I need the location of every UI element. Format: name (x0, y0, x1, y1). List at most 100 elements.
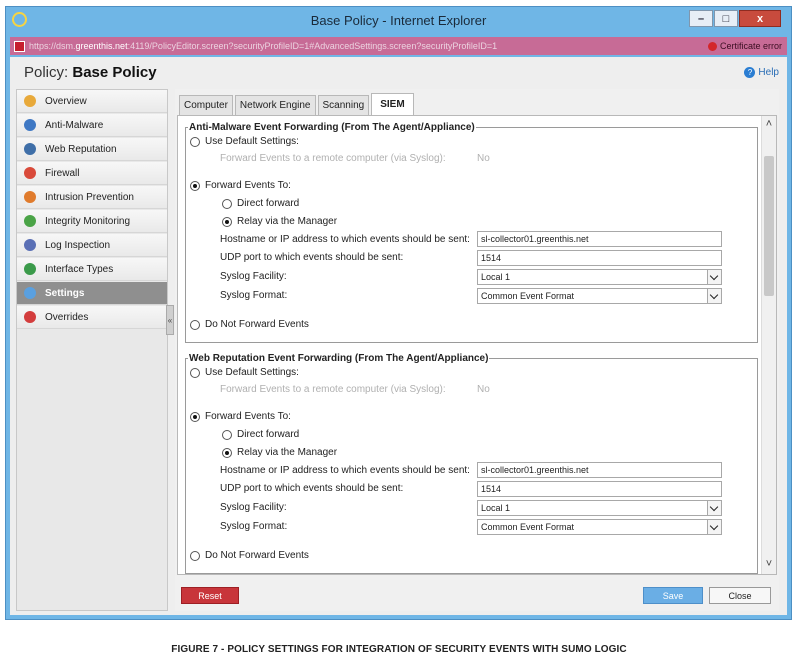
sidebar-item-firewall[interactable]: Firewall (17, 162, 167, 185)
vertical-scrollbar[interactable]: ˄ ˅ (761, 116, 776, 574)
sidebar-item-overrides[interactable]: Overrides (17, 306, 167, 329)
sidebar-item-integrity-monitoring[interactable]: Integrity Monitoring (17, 210, 167, 233)
window-title: Base Policy - Internet Explorer (310, 13, 487, 28)
url-host: greenthis.net (75, 41, 128, 51)
overview-icon (24, 95, 36, 107)
tab-scanning[interactable]: Scanning (317, 95, 370, 115)
maximize-button[interactable]: □ (714, 10, 738, 27)
do-not-forward-radio[interactable]: Do Not Forward Events (190, 550, 309, 561)
sidebar-item-log-inspection[interactable]: Log Inspection (17, 234, 167, 257)
certificate-error[interactable]: Certificate error (707, 41, 782, 51)
gear-icon (24, 287, 36, 299)
overrides-icon (24, 311, 36, 323)
scroll-down-icon[interactable]: ˅ (764, 558, 774, 570)
interface-icon (24, 263, 36, 275)
chevron-down-icon[interactable] (707, 501, 721, 515)
radio-icon (190, 367, 200, 378)
minimize-button[interactable]: – (689, 10, 713, 27)
format-select[interactable]: Common Event Format (477, 519, 722, 535)
title-bar: Base Policy - Internet Explorer – □ x (6, 7, 791, 33)
forward-events-radio[interactable]: Forward Events To: (190, 411, 291, 422)
chevron-down-icon[interactable] (707, 289, 721, 303)
facility-select[interactable]: Local 1 (477, 269, 722, 285)
hostname-label: Hostname or IP address to which events s… (220, 465, 470, 476)
hostname-input[interactable]: sl-collector01.greenthis.net (477, 462, 722, 478)
browser-window: Base Policy - Internet Explorer – □ x ht… (5, 6, 792, 620)
cert-error-icon (707, 41, 717, 51)
siem-tab-panel: Anti-Malware Event Forwarding (From The … (177, 115, 777, 575)
sidebar-item-web-reputation[interactable]: Web Reputation (17, 138, 167, 161)
sidebar-item-label: Integrity Monitoring (45, 215, 131, 227)
do-not-forward-radio[interactable]: Do Not Forward Events (190, 319, 309, 330)
format-select[interactable]: Common Event Format (477, 288, 722, 304)
help-label: Help (758, 67, 779, 78)
group-legend: Web Reputation Event Forwarding (From Th… (189, 353, 489, 364)
use-default-radio[interactable]: Use Default Settings: (190, 136, 299, 147)
sidebar-item-settings[interactable]: Settings (17, 282, 167, 305)
policy-label: Policy: (24, 64, 69, 81)
sidebar-item-label: Overview (45, 95, 87, 107)
address-url[interactable]: https://dsm.greenthis.net:4119/PolicyEdi… (29, 41, 708, 51)
format-label: Syslog Format: (220, 290, 288, 301)
address-bar[interactable]: https://dsm.greenthis.net:4119/PolicyEdi… (10, 37, 787, 55)
scroll-thumb[interactable] (764, 156, 774, 296)
main-panel: Computer Network Engine Scanning SIEM Anti-… (175, 89, 779, 611)
radio-icon (222, 447, 232, 458)
direct-forward-radio[interactable]: Direct forward (222, 198, 299, 209)
sidebar-item-label: Overrides (45, 311, 89, 323)
tab-siem[interactable]: SIEM (371, 93, 414, 115)
radio-label: Use Default Settings: (205, 367, 299, 378)
radio-label: Do Not Forward Events (205, 550, 309, 561)
default-forward-label: Forward Events to a remote computer (via… (220, 153, 446, 164)
chevron-down-icon[interactable] (707, 520, 721, 534)
sidebar-item-label: Settings (45, 287, 85, 299)
close-window-button[interactable]: x (739, 10, 781, 27)
forward-events-radio[interactable]: Forward Events To: (190, 180, 291, 191)
close-button[interactable]: Close (709, 587, 771, 604)
collapse-sidebar-button[interactable]: « (166, 305, 174, 335)
radio-icon (222, 216, 232, 227)
url-prefix: https://dsm. (29, 41, 76, 51)
radio-label: Direct forward (237, 198, 300, 209)
figure-caption: FIGURE 7 - POLICY SETTINGS FOR INTEGRATI… (171, 644, 627, 655)
policy-name: Base Policy (72, 64, 157, 81)
tab-strip: Computer Network Engine Scanning SIEM (179, 93, 416, 115)
sidebar-item-intrusion-prevention[interactable]: Intrusion Prevention (17, 186, 167, 209)
port-input[interactable]: 1514 (477, 481, 722, 497)
window-controls: – □ x (688, 10, 781, 27)
web-reputation-group: Web Reputation Event Forwarding (From Th… (185, 353, 758, 574)
use-default-radio[interactable]: Use Default Settings: (190, 367, 299, 378)
sidebar-item-anti-malware[interactable]: Anti-Malware (17, 114, 167, 137)
anti-malware-group: Anti-Malware Event Forwarding (From The … (185, 122, 758, 343)
radio-icon (190, 136, 200, 147)
chevron-down-icon[interactable] (707, 270, 721, 284)
reset-button[interactable]: Reset (181, 587, 239, 604)
relay-manager-radio[interactable]: Relay via the Manager (222, 447, 337, 458)
page: Base Policy - Internet Explorer – □ x ht… (0, 0, 798, 666)
integrity-icon (24, 215, 36, 227)
page-title: Policy: Base Policy (24, 64, 157, 81)
tab-network-engine[interactable]: Network Engine (234, 95, 316, 115)
sidebar-item-label: Intrusion Prevention (45, 191, 134, 203)
sidebar-item-label: Firewall (45, 167, 80, 179)
radio-label: Use Default Settings: (205, 136, 299, 147)
sidebar-item-label: Interface Types (45, 263, 114, 275)
hostname-input[interactable]: sl-collector01.greenthis.net (477, 231, 722, 247)
relay-manager-radio[interactable]: Relay via the Manager (222, 216, 337, 227)
radio-label: Do Not Forward Events (205, 319, 309, 330)
port-input[interactable]: 1514 (477, 250, 722, 266)
radio-label: Forward Events To: (205, 180, 291, 191)
radio-label: Forward Events To: (205, 411, 291, 422)
tab-computer[interactable]: Computer (179, 95, 233, 115)
radio-label: Direct forward (237, 429, 300, 440)
format-value: Common Event Format (481, 522, 575, 532)
help-link[interactable]: ? Help (744, 67, 779, 78)
facility-value: Local 1 (481, 272, 511, 282)
facility-select[interactable]: Local 1 (477, 500, 722, 516)
sidebar-item-interface-types[interactable]: Interface Types (17, 258, 167, 281)
save-button[interactable]: Save (643, 587, 703, 604)
sidebar-item-overview[interactable]: Overview (17, 90, 167, 113)
radio-icon (190, 180, 200, 191)
scroll-up-icon[interactable]: ˄ (764, 118, 774, 130)
direct-forward-radio[interactable]: Direct forward (222, 429, 299, 440)
